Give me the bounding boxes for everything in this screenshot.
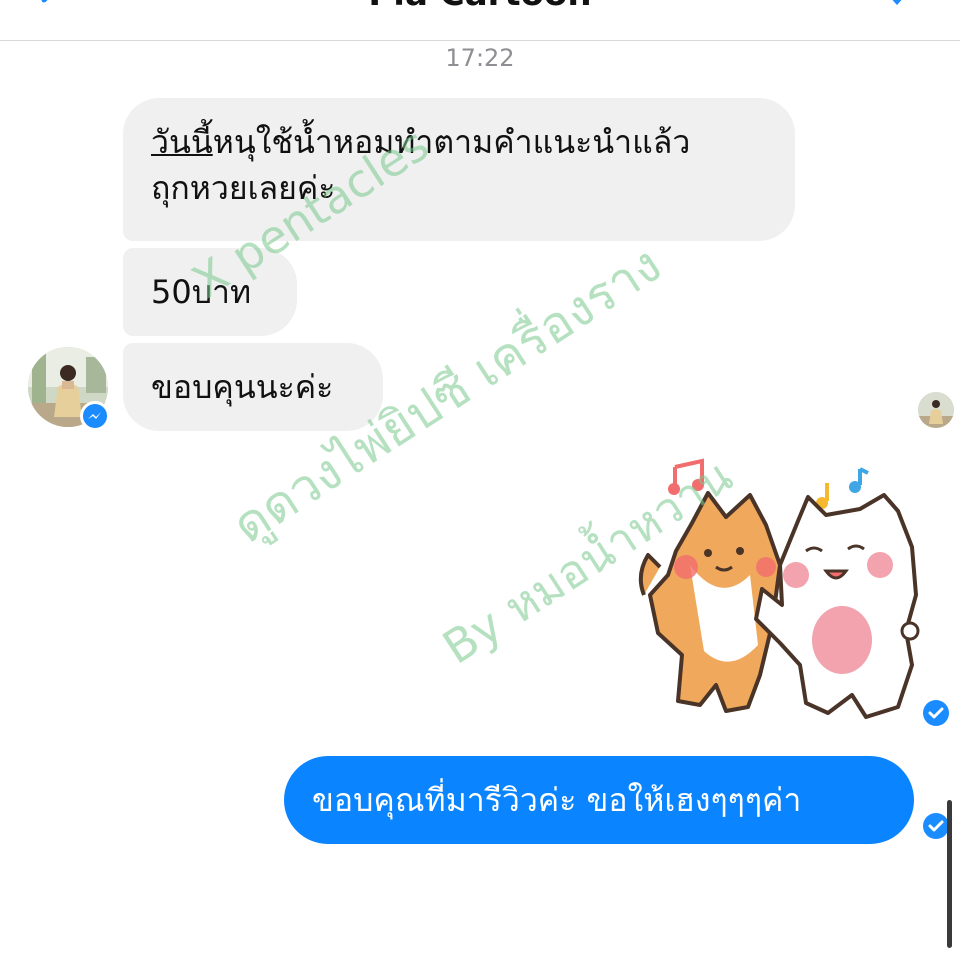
shiba-and-bunny-dancing-sticker[interactable]	[630, 455, 925, 730]
message-text: 50บาท	[151, 273, 252, 311]
scrollbar[interactable]	[947, 800, 952, 948]
message-text: หนุใช้น้ำหอมทำตามคำแนะนำแล้ว	[212, 123, 691, 161]
message-text: ขอบคุณที่มารีวิวค่ะ ขอให้เฮงๆๆๆค่า	[312, 781, 802, 819]
avatar-photo	[918, 392, 954, 428]
chat-screen: Pla Cartoon 17:22 วันนี้หนุใช้น้ำหอมทำตา…	[0, 0, 960, 960]
incoming-message[interactable]: 50บาท	[123, 248, 297, 336]
check-circle-icon	[923, 813, 949, 839]
chevron-down-icon[interactable]	[886, 0, 908, 8]
check-circle-icon	[923, 700, 949, 726]
message-text: ขอบคุนนะค่ะ	[151, 368, 334, 406]
incoming-message[interactable]: วันนี้หนุใช้น้ำหอมทำตามคำแนะนำแล้ว ถุกหว…	[123, 98, 795, 241]
music-note-icon	[849, 467, 869, 493]
message-text: ถุกหวยเลยค่ะ	[151, 169, 336, 207]
seen-by-avatar	[918, 392, 954, 428]
incoming-message[interactable]: ขอบคุนนะค่ะ	[123, 343, 383, 431]
messenger-icon	[80, 401, 110, 431]
white-bunny	[754, 493, 920, 719]
messenger-bolt-icon	[88, 412, 101, 419]
message-timestamp: 17:22	[445, 44, 515, 72]
music-note-icon	[668, 458, 704, 495]
chat-header: Pla Cartoon	[0, 0, 960, 41]
contact-name[interactable]: Pla Cartoon	[0, 0, 960, 14]
underlined-word: วันนี้	[151, 123, 213, 161]
outgoing-message[interactable]: ขอบคุณที่มารีวิวค่ะ ขอให้เฮงๆๆๆค่า	[284, 756, 914, 844]
